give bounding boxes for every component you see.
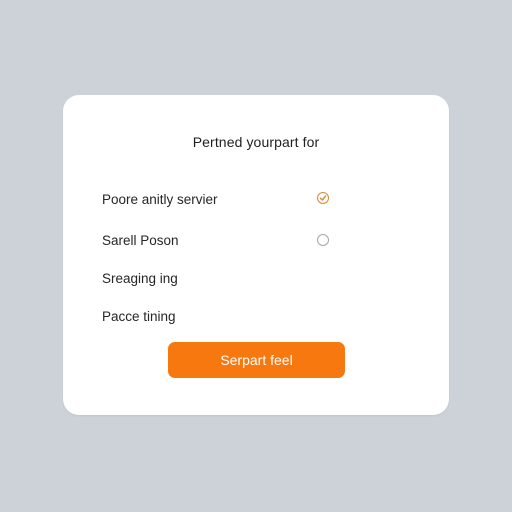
option-label-3[interactable]: Sreaging ing — [102, 271, 178, 286]
dialog-card: Pertned yourpart for Poore anitly servie… — [63, 95, 449, 415]
submit-button[interactable]: Serpart feel — [168, 342, 345, 378]
option-label-2[interactable]: Sarell Poson — [102, 233, 179, 248]
checkmark-icon — [319, 195, 327, 201]
dialog-title: Pertned yourpart for — [192, 134, 320, 150]
check-circle-icon[interactable] — [317, 192, 329, 204]
empty-circle-icon[interactable] — [317, 234, 329, 246]
option-label-4[interactable]: Pacce tining — [102, 309, 176, 324]
option-label-1[interactable]: Poore anitly servier — [102, 192, 218, 207]
